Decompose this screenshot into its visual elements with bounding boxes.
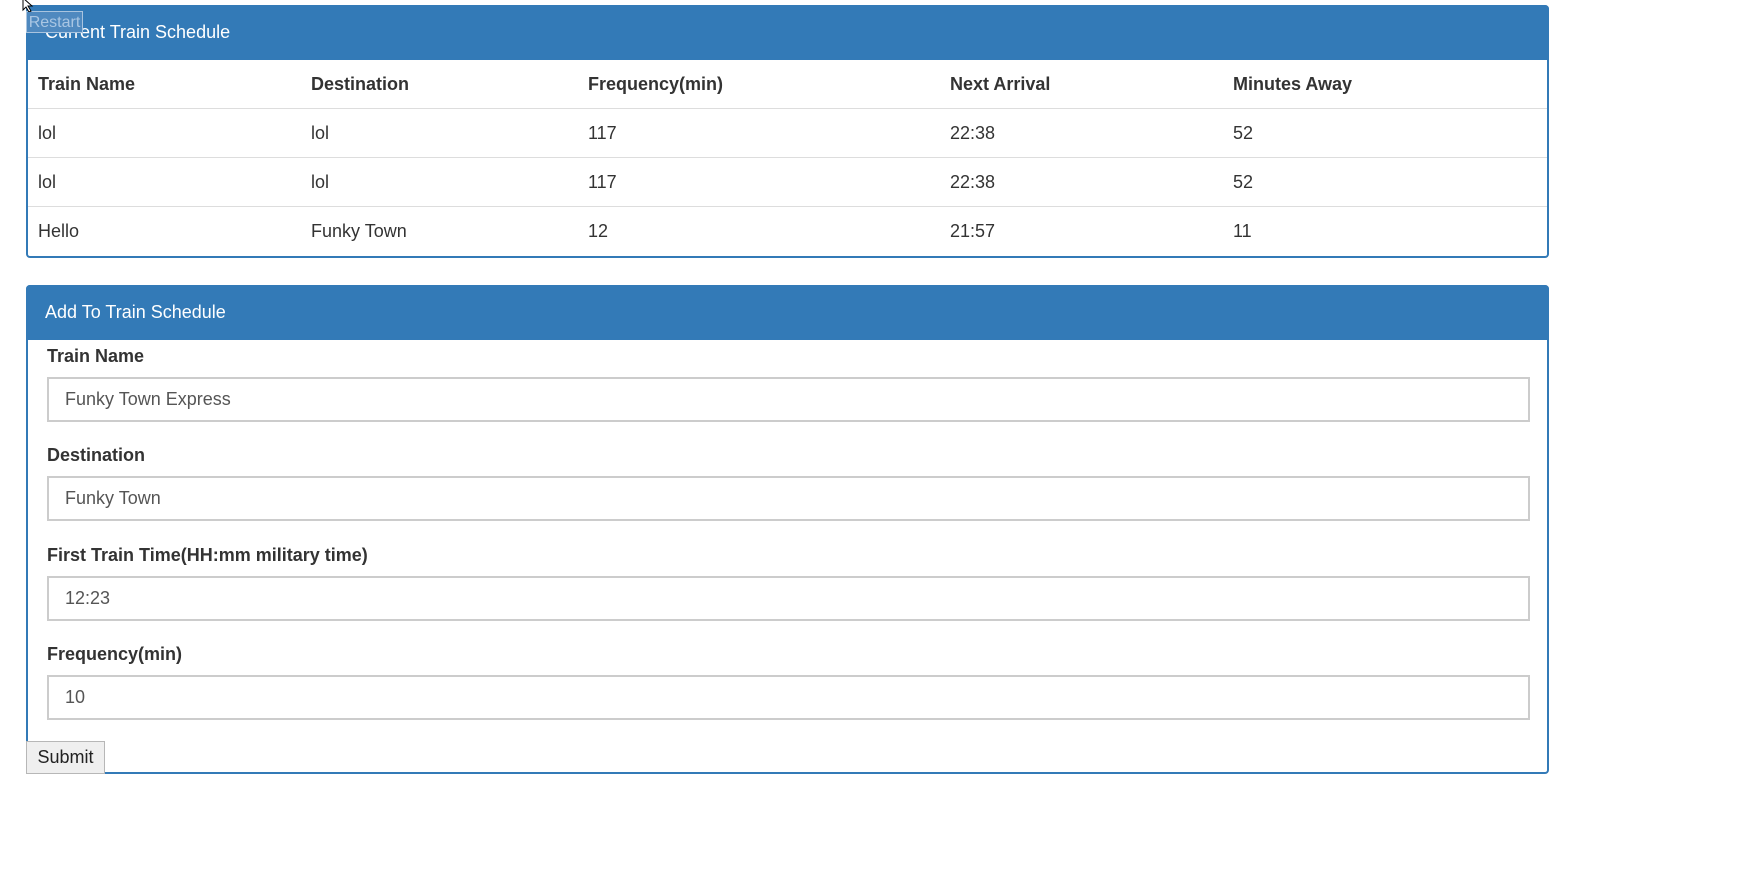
add-schedule-panel: Add To Train Schedule Train Name Destina… <box>26 285 1549 774</box>
current-schedule-panel: Current Train Schedule Train Name Destin… <box>26 5 1549 258</box>
table-row: lol lol 117 22:38 52 <box>28 157 1547 207</box>
destination-label: Destination <box>47 445 146 465</box>
cell-frequency: 117 <box>588 157 950 207</box>
first-train-time-group: First Train Time(HH:mm military time) <box>47 544 1530 621</box>
table-row: lol lol 117 22:38 52 <box>28 108 1547 158</box>
cell-train-name: Hello <box>38 220 80 241</box>
cell-train-name: lol <box>28 157 311 207</box>
schedule-table: Train Name Destination Frequency(min) Ne… <box>28 60 1547 255</box>
first-train-time-label: First Train Time(HH:mm military time) <box>47 545 368 565</box>
train-name-group: Train Name <box>47 345 1530 422</box>
table-header-row: Train Name Destination Frequency(min) Ne… <box>28 60 1547 109</box>
cell-minutes-away: 52 <box>1233 157 1547 207</box>
restart-button[interactable]: Restart <box>26 11 83 33</box>
current-schedule-heading: Current Train Schedule <box>26 5 1549 60</box>
frequency-input[interactable] <box>47 675 1530 720</box>
cell-destination: Funky Town <box>311 220 407 241</box>
first-train-time-input[interactable] <box>47 576 1530 621</box>
cell-next-arrival: 21:57 <box>950 220 996 241</box>
column-header-destination: Destination <box>311 60 588 109</box>
cell-frequency: 12 <box>588 220 609 241</box>
frequency-group: Frequency(min) <box>47 643 1530 720</box>
train-name-label: Train Name <box>47 346 145 366</box>
column-header-next-arrival: Next Arrival <box>950 60 1233 109</box>
cell-minutes-away: 52 <box>1233 108 1547 158</box>
cell-next-arrival: 22:38 <box>950 108 1233 158</box>
table-row: Hello Funky Town 12 21:57 11 <box>28 207 1547 256</box>
cell-train-name: lol <box>28 108 311 158</box>
submit-button[interactable]: Submit <box>26 741 105 774</box>
column-header-minutes-away: Minutes Away <box>1233 60 1547 109</box>
cell-next-arrival: 22:38 <box>950 157 1233 207</box>
destination-input[interactable] <box>47 476 1530 521</box>
mouse-cursor-icon <box>22 0 34 12</box>
train-name-input[interactable] <box>47 377 1530 422</box>
cell-minutes-away: 11 <box>1233 220 1252 241</box>
column-header-train-name: Train Name <box>28 60 311 109</box>
cell-destination: lol <box>311 157 588 207</box>
add-schedule-heading: Add To Train Schedule <box>26 285 1549 340</box>
destination-group: Destination <box>47 444 1530 521</box>
frequency-label: Frequency(min) <box>47 644 183 664</box>
cell-destination: lol <box>311 108 588 158</box>
column-header-frequency: Frequency(min) <box>588 60 950 109</box>
cell-frequency: 117 <box>588 108 950 158</box>
